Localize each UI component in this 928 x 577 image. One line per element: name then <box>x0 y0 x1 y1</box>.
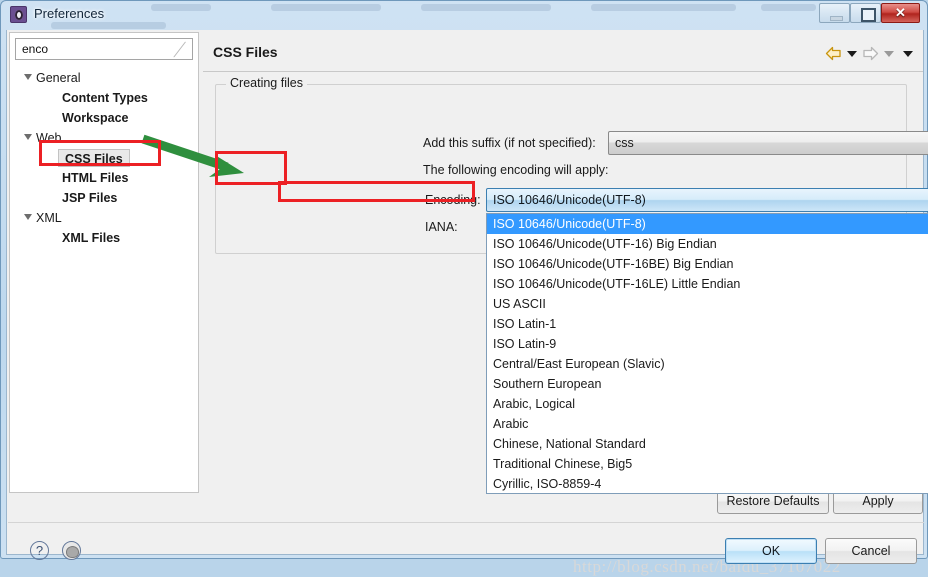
tree-item-label: XML <box>36 211 62 225</box>
annotation-arrow-icon <box>141 134 244 177</box>
tree-item-xml-files[interactable]: XML Files <box>10 228 198 248</box>
footer-divider <box>8 522 924 523</box>
filter-clear-icon[interactable]: ╱ <box>172 43 185 57</box>
title-divider <box>203 71 923 72</box>
preferences-icon <box>10 6 27 23</box>
cancel-button[interactable]: Cancel <box>825 538 917 564</box>
list-item[interactable]: Chinese, National Standard <box>487 434 928 454</box>
search-input[interactable]: enco <box>22 42 48 56</box>
tree-item-label: CSS Files <box>58 149 130 167</box>
list-item[interactable]: US ASCII <box>487 294 928 314</box>
group-legend: Creating files <box>226 76 307 90</box>
tree-item-label: General <box>36 71 81 85</box>
list-item[interactable]: Cyrillic, ISO-8859-4 <box>487 474 928 493</box>
close-button[interactable]: ✕ <box>881 3 920 23</box>
list-item[interactable]: Arabic, Logical <box>487 394 928 414</box>
tree-item-workspace[interactable]: Workspace <box>10 108 198 128</box>
encoding-combobox[interactable]: ISO 10646/Unicode(UTF-8) <box>486 188 928 212</box>
forward-arrow-icon[interactable] <box>862 46 879 61</box>
tree-item-xml[interactable]: XML <box>10 208 198 228</box>
tree-item-label: HTML Files <box>62 171 129 185</box>
question-mark-icon[interactable]: ? <box>30 541 49 560</box>
encoding-label: Encoding: <box>425 193 481 207</box>
preferences-window: Preferences ✕ enco ╱ General Content Typ… <box>0 0 928 576</box>
minimize-button[interactable] <box>819 3 850 23</box>
tree-item-label: Workspace <box>62 111 129 125</box>
list-item[interactable]: ISO Latin-1 <box>487 314 928 334</box>
list-item[interactable]: ISO 10646/Unicode(UTF-8) <box>487 214 928 234</box>
list-item[interactable]: ISO 10646/Unicode(UTF-16BE) Big Endian <box>487 254 928 274</box>
chevron-down-icon[interactable] <box>24 134 32 140</box>
suffix-value: css <box>615 136 634 150</box>
preference-page-pane: CSS Files Creating files Add this suffix… <box>203 32 928 494</box>
list-item[interactable]: Arabic <box>487 414 928 434</box>
encoding-value: ISO 10646/Unicode(UTF-8) <box>493 193 646 207</box>
dialog-body: enco ╱ General Content Types Workspace W… <box>6 30 928 576</box>
window-title: Preferences <box>34 6 105 21</box>
chevron-down-icon[interactable] <box>24 214 32 220</box>
back-history-chevron-down-icon[interactable] <box>847 50 857 57</box>
preference-tree-pane: enco ╱ General Content Types Workspace W… <box>9 32 199 493</box>
tree-item-label: Web <box>36 131 62 145</box>
forward-history-chevron-down-icon[interactable] <box>884 50 894 57</box>
ok-button[interactable]: OK <box>725 538 817 564</box>
list-item[interactable]: ISO Latin-9 <box>487 334 928 354</box>
iana-label: IANA: <box>425 220 458 234</box>
tree-item-label: XML Files <box>62 231 121 245</box>
tree-item-content-types[interactable]: Content Types <box>10 88 198 108</box>
encoding-dropdown-list[interactable]: ISO 10646/Unicode(UTF-8) ISO 10646/Unico… <box>486 213 928 494</box>
back-arrow-icon[interactable] <box>825 46 842 61</box>
list-item[interactable]: Southern European <box>487 374 928 394</box>
list-item[interactable]: ISO 10646/Unicode(UTF-16LE) Little Endia… <box>487 274 928 294</box>
tree-item-label: Content Types <box>62 91 148 105</box>
filter-field[interactable]: enco ╱ <box>15 38 193 60</box>
maximize-button[interactable] <box>850 3 881 23</box>
tree-item-general[interactable]: General <box>10 68 198 88</box>
suffix-combobox[interactable]: css <box>608 131 928 155</box>
title-bar[interactable]: Preferences ✕ <box>1 1 927 29</box>
page-menu-chevron-down-icon[interactable] <box>903 50 913 57</box>
encoding-option-list: ISO 10646/Unicode(UTF-8) ISO 10646/Unico… <box>487 214 928 493</box>
page-nav-toolbar <box>825 46 913 61</box>
list-item[interactable]: ISO 10646/Unicode(UTF-16) Big Endian <box>487 234 928 254</box>
encoding-note: The following encoding will apply: <box>423 163 609 177</box>
pin-icon[interactable] <box>62 541 81 560</box>
tree-item-jsp-files[interactable]: JSP Files <box>10 188 198 208</box>
list-item[interactable]: Traditional Chinese, Big5 <box>487 454 928 474</box>
tree-item-label: JSP Files <box>62 191 118 205</box>
page-title: CSS Files <box>213 44 278 60</box>
list-item[interactable]: Central/East European (Slavic) <box>487 354 928 374</box>
suffix-label: Add this suffix (if not specified): <box>423 136 596 150</box>
chevron-down-icon[interactable] <box>24 74 32 80</box>
